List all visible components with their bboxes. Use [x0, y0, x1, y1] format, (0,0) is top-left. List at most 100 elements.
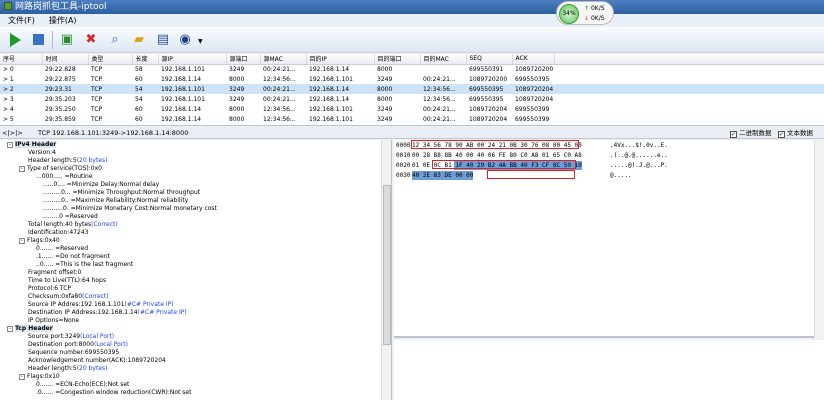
tree-node-expandable[interactable]: - Type of service(TOS):0x0 — [19, 165, 102, 173]
text-data-checkbox[interactable]: ✓ 文本数据 — [778, 127, 813, 139]
packet-nav-buttons[interactable]: <|>|> — [2, 127, 23, 139]
tree-node-expandable[interactable]: - Tcp Header — [7, 325, 53, 333]
packet-row[interactable]: > 3 29:35.203 TCP 54 192.168.1.101 3249 00:24:… — [0, 94, 824, 104]
tree-scrollbar[interactable] — [381, 140, 391, 400]
tree-node[interactable]: Sequence number:699550395 — [28, 349, 119, 357]
scroll-thumb[interactable] — [383, 185, 391, 345]
binary-data-label: 二进制数据 — [739, 129, 772, 137]
col-dst-ip[interactable]: 目的IP — [306, 54, 375, 65]
packet-cell: 00:24:21... — [263, 65, 296, 73]
clear-button[interactable]: ✖ — [82, 31, 100, 49]
stop-button[interactable] — [30, 31, 48, 49]
tree-node[interactable]: .1...... =Do not fragment — [36, 253, 110, 261]
packet-cell: 192.168.1.14 — [309, 65, 350, 73]
packet-cell: 1089720204 — [469, 115, 508, 123]
tree-node[interactable]: Identification:47243 — [28, 229, 88, 237]
tree-node-text: Header length:5 — [28, 365, 77, 372]
connection-path: TCP 192.168.1.101:3249->192.168.1.14:800… — [38, 129, 189, 137]
tree-node-expandable[interactable]: - Flags:0x10 — [19, 373, 60, 381]
packet-row[interactable]: > 1 29:22.875 TCP 60 192.168.1.14 8000 12:34:5… — [0, 74, 824, 84]
col-src-mac[interactable]: 源MAC — [260, 54, 307, 65]
tree-node[interactable]: ...000..... =Routine — [36, 173, 93, 181]
tree-node[interactable]: .........0 =Reserved — [42, 213, 98, 221]
tree-node-text: Checksum:0xfa80 — [28, 293, 83, 300]
tree-node[interactable]: ..0..... =This is the last fragment — [36, 261, 133, 269]
col-dst-port[interactable]: 目的端口 — [374, 54, 421, 65]
tree-node[interactable]: Destination IP Address:192.168.1.14(#C# … — [28, 309, 187, 317]
menu-action[interactable]: 操作(A) — [49, 16, 77, 25]
tree-node[interactable]: Header length:5(20 bytes) — [28, 157, 107, 165]
menu-file[interactable]: 文件(F) — [8, 16, 35, 25]
tree-node-annotation: (Local Port) — [93, 341, 128, 348]
play-icon — [10, 33, 21, 47]
packet-cell-filler — [554, 64, 824, 74]
start-button[interactable] — [6, 31, 24, 49]
packet-cell: 192.168.1.101 — [309, 105, 353, 113]
tree-node[interactable]: ...........0. =Minimize Monetary Cost:No… — [42, 205, 217, 213]
tree-node[interactable]: 0....... =Reserved — [36, 245, 88, 253]
tree-node-expandable[interactable]: - IPv4 Header — [7, 141, 57, 149]
tree-node[interactable]: ......0.... =Minimize Delay:Normal delay — [42, 181, 159, 189]
packet-cell — [420, 64, 466, 74]
col-length[interactable]: 长度 — [132, 54, 159, 65]
network-monitor: 34% ↑ 0K/S ↓ 0K/S — [556, 1, 614, 25]
tree-node[interactable]: Time to Live(TTL):64 hops — [28, 277, 106, 285]
tree-node[interactable]: Source port:3249(Local Port) — [28, 333, 114, 341]
tree-node-annotation: (#C# Private IP) — [137, 309, 187, 316]
col-time[interactable]: 时间 — [42, 54, 89, 65]
collapse-icon[interactable]: - — [19, 238, 25, 244]
tree-node[interactable]: Source IP Addres:192.168.1.101(#C# Priva… — [28, 301, 174, 309]
hex-bytes: 40 2E 83 DE 00 00 — [412, 171, 474, 180]
col-index[interactable]: 序号 — [0, 54, 43, 65]
col-ack[interactable]: ACK — [512, 54, 555, 65]
tree-node[interactable]: Header length:5(20 bytes) — [28, 365, 107, 373]
tree-node[interactable]: IP Options=None — [28, 317, 79, 325]
packet-cell: > 5 — [3, 115, 14, 123]
col-src-ip[interactable]: 源IP — [158, 54, 227, 65]
window-title: 网路岗抓包工具-iptool — [15, 2, 107, 12]
upload-rate: 0K/S — [590, 5, 605, 12]
packet-cell: 00:24:21... — [423, 115, 456, 123]
packet-row[interactable]: > 4 29:35.250 TCP 60 192.168.1.14 8000 12:34:5… — [0, 104, 824, 114]
selection-outline — [411, 140, 579, 149]
hex-row[interactable]: 0030 40 2E 83 DE 00 00 @..... — [394, 171, 814, 180]
help-button[interactable]: ◉ — [176, 31, 194, 49]
col-seq[interactable]: SEQ — [466, 54, 513, 65]
tree-node-text: .1...... =Do not fragment — [36, 253, 110, 260]
tree-node[interactable]: Checksum:0xfa80(Correct) — [28, 293, 109, 301]
packet-row[interactable]: > 5 29:35.859 TCP 60 192.168.1.14 8000 12:34:5… — [0, 114, 824, 124]
collapse-icon[interactable]: - — [19, 374, 25, 380]
packet-cell: 1089720204 — [469, 105, 508, 113]
tree-node[interactable]: Destination port:8000(Local Port) — [28, 341, 128, 349]
tree-node[interactable]: 0....... =ECN-Echo(ECE):Not set — [36, 381, 129, 389]
collapse-icon[interactable]: - — [7, 142, 13, 148]
tree-node[interactable]: Total length:40 bytes(Correct) — [28, 221, 118, 229]
tree-node[interactable]: .0...... =Congestion window reduction(CW… — [36, 389, 191, 397]
packet-cell: > 4 — [3, 105, 14, 113]
tree-node-expandable[interactable]: - Flags:0x40 — [19, 237, 60, 245]
search-button[interactable]: ⌕ — [106, 31, 124, 49]
collapse-icon[interactable]: - — [7, 326, 13, 332]
tree-node[interactable]: Acknowledgement number(ACK):1089720204 — [28, 357, 166, 365]
tree-node[interactable]: Version:4 — [28, 149, 56, 157]
packet-list-header: 序号 时间 类型 长度 源IP 源端口 源MAC 目的IP 目的端口 目的MAC… — [0, 54, 824, 65]
col-type[interactable]: 类型 — [88, 54, 133, 65]
binary-data-checkbox[interactable]: ✓ 二进制数据 — [730, 127, 772, 139]
col-src-port[interactable]: 源端口 — [226, 54, 261, 65]
packet-row[interactable]: > 0 29:22.828 TCP 58 192.168.1.101 3249 00:24:… — [0, 64, 824, 74]
collapse-icon[interactable]: - — [19, 166, 25, 172]
col-dst-mac[interactable]: 目的MAC — [420, 54, 467, 65]
packet-cell: 192.168.1.14 — [306, 84, 374, 94]
hex-scrollbar[interactable] — [814, 140, 824, 338]
open-button[interactable]: ▰ — [130, 31, 148, 49]
toolbar: ▣ ✖ ⌕ ▰ ▤ ◉ ▼ — [0, 27, 824, 53]
toolbar-dropdown[interactable]: ▼ — [198, 31, 206, 49]
tree-node[interactable]: Fragment offset:0 — [28, 269, 81, 277]
tree-node[interactable]: ..........0.. =Maximize Reliability:Norm… — [42, 197, 188, 205]
tree-node[interactable]: Protocol:6 TCP — [28, 285, 71, 293]
save-button[interactable]: ▤ — [154, 31, 172, 49]
capture-settings-button[interactable]: ▣ — [58, 31, 76, 49]
hex-row[interactable]: 0010 00 28 B8 8B 40 00 40 06 FE 80 C0 A8 … — [394, 151, 814, 160]
tree-node[interactable]: ..........0... =Minimize Throughput:Norm… — [42, 189, 200, 197]
packet-row[interactable]: > 2 29:23.31 TCP 54 192.168.1.101 3249 00:24:2… — [0, 84, 824, 94]
